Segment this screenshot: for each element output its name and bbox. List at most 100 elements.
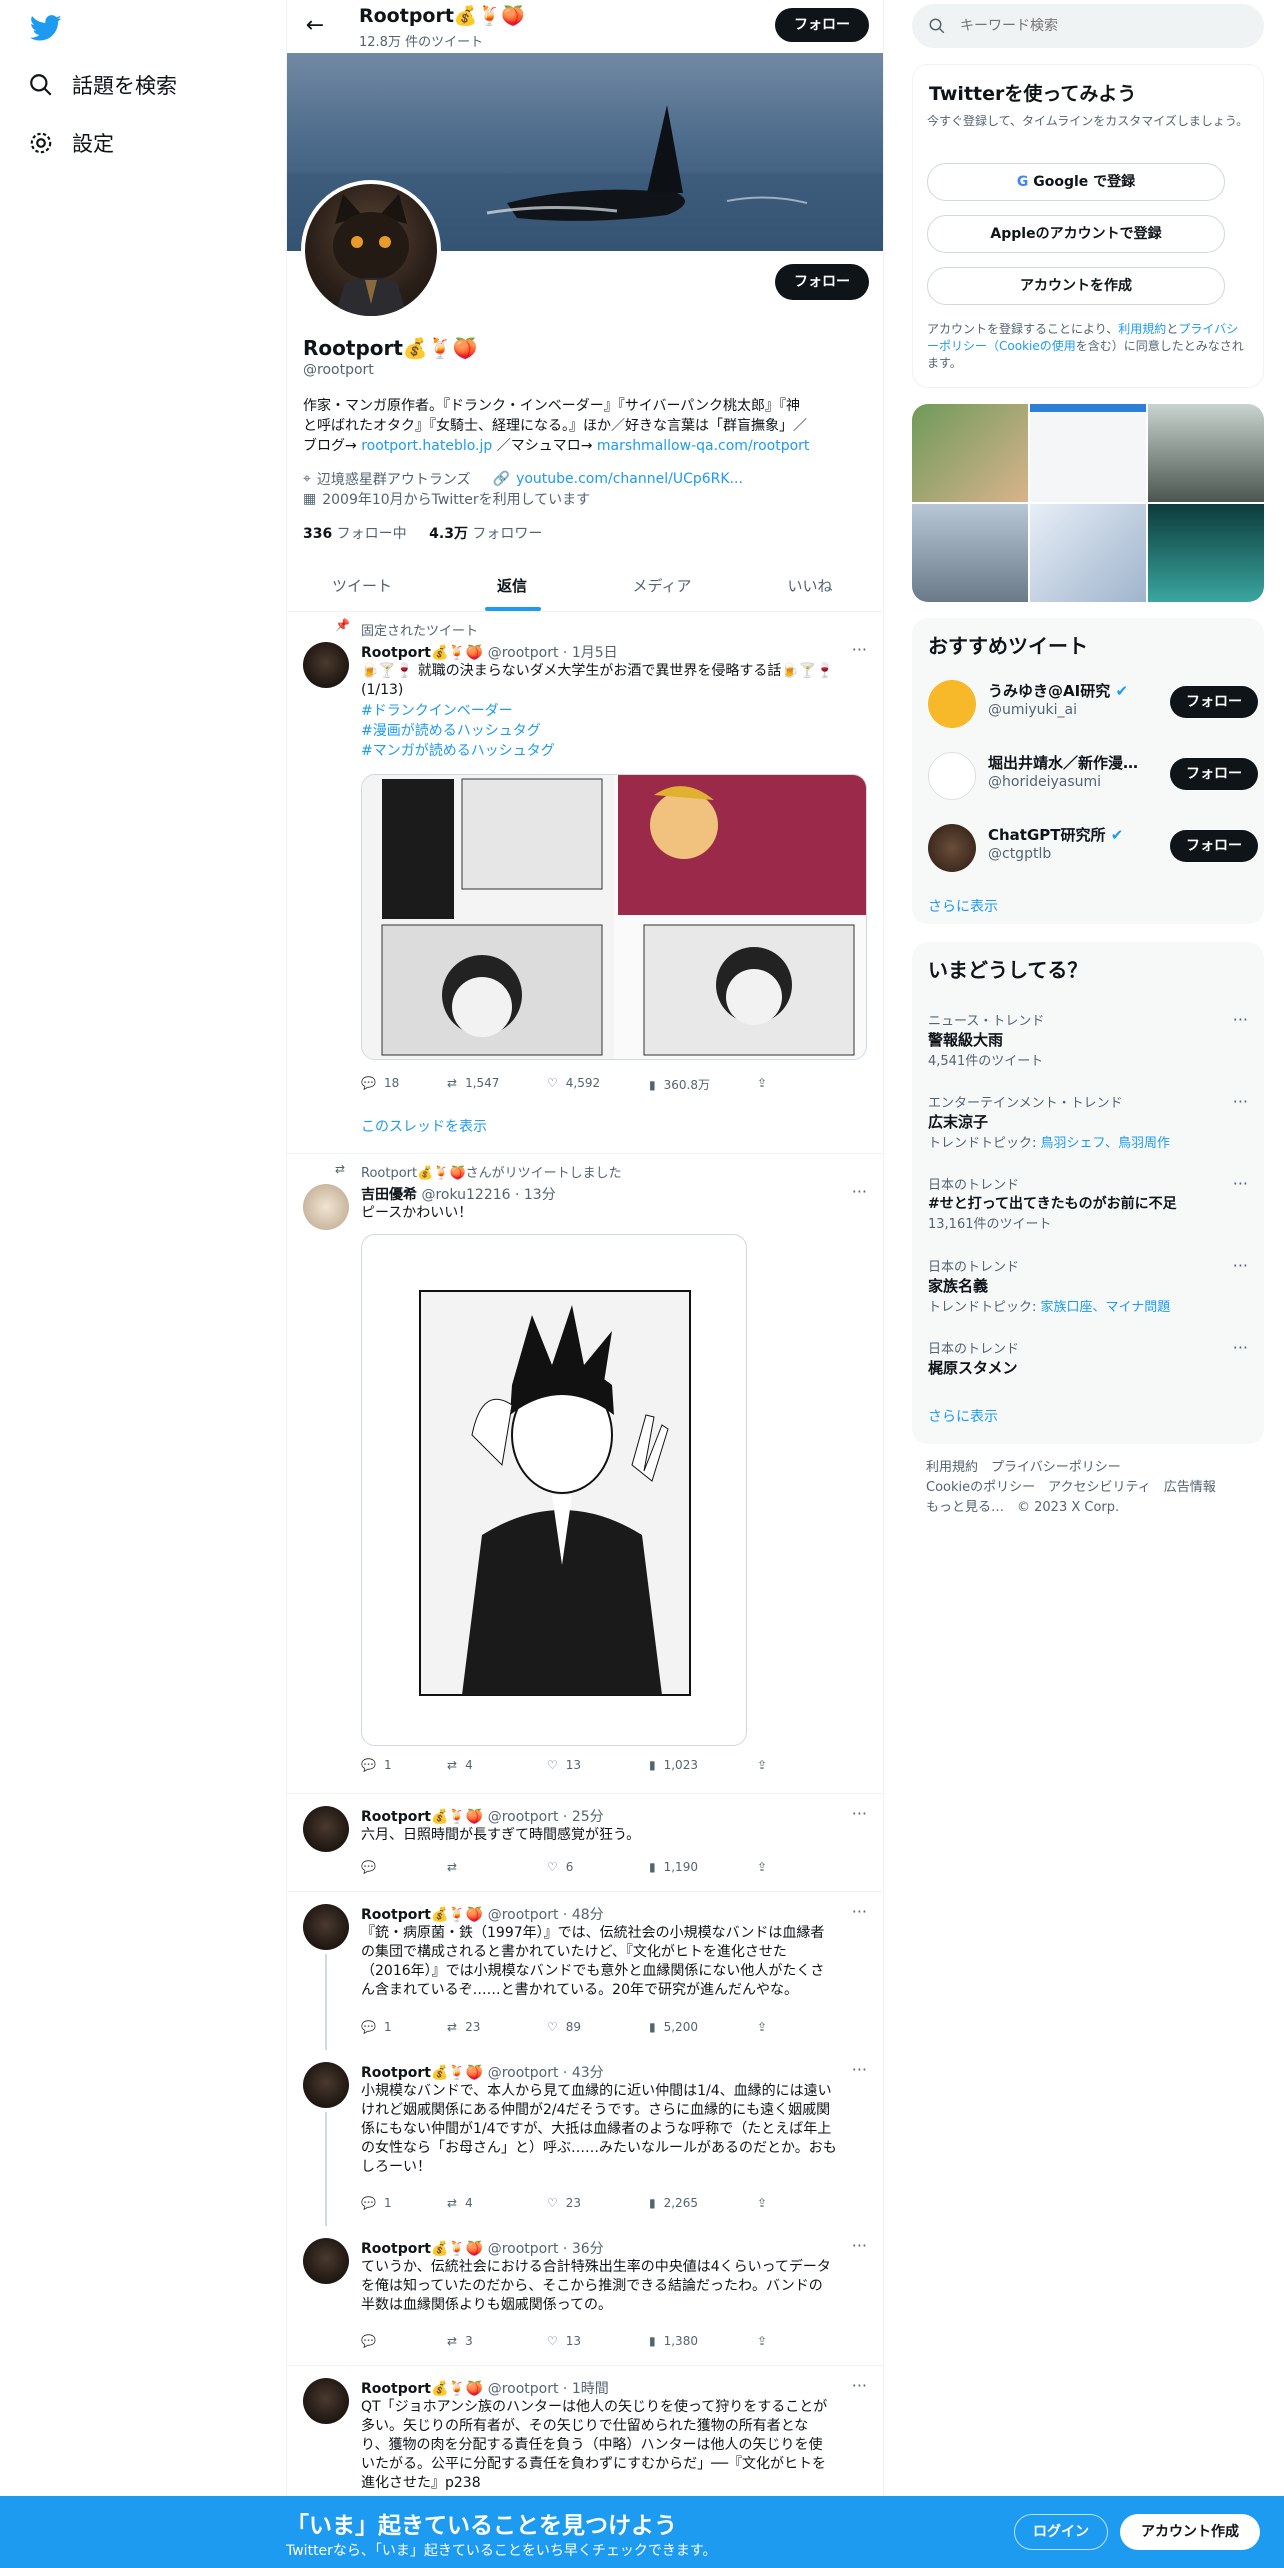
recommend-user[interactable]: 堀出井靖水／新作漫… @horideiyasumi フォロー (928, 750, 1258, 804)
show-more-link[interactable]: さらに表示 (928, 1406, 998, 1426)
like-button[interactable]: ♡ 23 (547, 2196, 581, 2210)
retweet-button[interactable]: ⇄ 4 (447, 2196, 473, 2210)
following-link[interactable]: 336 フォロー中 (303, 526, 407, 542)
tweet[interactable]: Rootport💰🍹🍑 @rootport · 43分 ··· 小規模なバンドで… (287, 2050, 883, 2226)
trend-item[interactable]: ニュース・トレンド 警報級大雨 4,541件のツイート ··· (928, 1010, 1248, 1069)
views-button[interactable]: ▮ 2,265 (649, 2196, 698, 2210)
avatar[interactable] (303, 2378, 349, 2424)
media-thumb[interactable] (1030, 504, 1146, 602)
reply-button[interactable]: 💬 18 (361, 1076, 399, 1090)
more-icon[interactable]: ··· (1233, 1092, 1248, 1111)
footer-links[interactable]: もっと見る… © 2023 X Corp. (926, 1498, 1216, 1518)
tab-replies[interactable]: 返信 (437, 560, 587, 612)
avatar[interactable] (303, 1904, 349, 1950)
more-icon[interactable]: ··· (1233, 1338, 1248, 1357)
tweet[interactable]: Rootport💰🍹🍑 @rootport · 36分 ··· ていうか、伝統社… (287, 2226, 883, 2366)
reply-button[interactable]: 💬 (361, 2334, 376, 2348)
more-icon[interactable]: ··· (852, 1902, 867, 1921)
more-icon[interactable]: ··· (852, 1182, 867, 1201)
tweet[interactable]: Rootport💰🍹🍑 @rootport · 25分 ··· 六月、日照時間が… (287, 1794, 883, 1892)
reply-button[interactable]: 💬 1 (361, 2020, 392, 2034)
avatar[interactable] (303, 642, 349, 688)
media-thumb[interactable] (1030, 404, 1146, 502)
tab-likes[interactable]: いいね (737, 560, 883, 612)
share-icon[interactable]: ⇪ (757, 2334, 767, 2348)
tweet-author[interactable]: Rootport💰🍹🍑 (361, 2381, 483, 2397)
footer-links[interactable]: 利用規約 プライバシーポリシー (926, 1458, 1216, 1478)
header-follow-button[interactable]: フォロー (775, 8, 869, 42)
tweet-author[interactable]: Rootport💰🍹🍑 (361, 2241, 483, 2257)
tweet-media[interactable] (361, 774, 867, 1060)
share-icon[interactable]: ⇪ (757, 1076, 767, 1090)
trend-item[interactable]: 日本のトレンド 梶原スタメン ··· (928, 1338, 1248, 1378)
google-signup-button[interactable]: G Google で登録 (927, 163, 1225, 201)
more-icon[interactable]: ··· (852, 2236, 867, 2255)
more-icon[interactable]: ··· (852, 640, 867, 659)
terms-link[interactable]: 利用規約 (1118, 322, 1166, 336)
views-button[interactable]: ▮ 5,200 (649, 2020, 698, 2034)
tweet-author[interactable]: Rootport💰🍹🍑 (361, 1809, 483, 1825)
follow-button[interactable]: フォロー (1170, 830, 1258, 862)
tweet[interactable]: Rootport💰🍹🍑 @rootport · 1時間 ··· QT「ジョホアン… (287, 2366, 883, 2496)
avatar[interactable] (303, 1806, 349, 1852)
nav-explore[interactable]: 話題を検索 (28, 70, 177, 100)
tweet-author[interactable]: Rootport💰🍹🍑 (361, 645, 483, 661)
tweet-pinned[interactable]: 📌 固定されたツイート Rootport💰🍹🍑 @rootport · 1月5日… (287, 612, 883, 1154)
reply-button[interactable]: 💬 (361, 1860, 376, 1874)
share-icon[interactable]: ⇪ (757, 2196, 767, 2210)
tweet-author[interactable]: Rootport💰🍹🍑 (361, 1907, 483, 1923)
reply-button[interactable]: 💬 1 (361, 1758, 392, 1772)
share-icon[interactable]: ⇪ (757, 1860, 767, 1874)
trend-item[interactable]: 日本のトレンド 家族名義 トレンドトピック: 家族口座、マイナ問題 ··· (928, 1256, 1248, 1315)
more-icon[interactable]: ··· (1233, 1010, 1248, 1029)
views-button[interactable]: ▮ 1,190 (649, 1860, 698, 1874)
reply-button[interactable]: 💬 1 (361, 2196, 392, 2210)
tweet[interactable]: Rootport💰🍹🍑 @rootport · 48分 ··· 『銃・病原菌・鉄… (287, 1892, 883, 2050)
signup-button[interactable]: アカウント作成 (1120, 2514, 1260, 2550)
like-button[interactable]: ♡ 13 (547, 1758, 581, 1772)
twitter-logo-icon[interactable] (28, 12, 64, 44)
views-button[interactable]: ▮ 1,380 (649, 2334, 698, 2348)
nav-settings[interactable]: 設定 (28, 128, 114, 158)
login-button[interactable]: ログイン (1014, 2514, 1108, 2550)
more-icon[interactable]: ··· (1233, 1256, 1248, 1275)
share-icon[interactable]: ⇪ (757, 2020, 767, 2034)
more-icon[interactable]: ··· (852, 2376, 867, 2395)
profile-avatar[interactable] (301, 180, 441, 320)
media-thumb[interactable] (912, 404, 1028, 502)
hashtag[interactable]: #マンガが読めるハッシュタグ (361, 742, 867, 761)
trend-item[interactable]: 日本のトレンド #せと打って出てきたものがお前に不足 13,161件のツイート … (928, 1174, 1248, 1232)
blog-link[interactable]: rootport.hateblo.jp (361, 438, 492, 454)
marshmallow-link[interactable]: marshmallow-qa.com/rootport (597, 438, 810, 454)
retweet-button[interactable]: ⇄ 23 (447, 2020, 480, 2034)
tweet-retweet[interactable]: ⇄ Rootport💰🍹🍑さんがリツイートしました 吉田優希 @roku1221… (287, 1154, 883, 1794)
trend-topic-link[interactable]: 家族口座、マイナ問題 (1041, 1300, 1171, 1315)
search-box[interactable] (912, 4, 1264, 48)
show-more-link[interactable]: さらに表示 (928, 896, 998, 916)
avatar[interactable] (303, 2062, 349, 2108)
apple-signup-button[interactable]: Appleのアカウントで登録 (927, 215, 1225, 253)
profile-follow-button[interactable]: フォロー (775, 264, 869, 300)
share-icon[interactable]: ⇪ (757, 1758, 767, 1772)
views-button[interactable]: ▮ 360.8万 (649, 1076, 710, 1093)
followers-link[interactable]: 4.3万 フォロワー (429, 526, 542, 542)
recommend-user[interactable]: うみゆき@AI研究 ✔ @umiyuki_ai フォロー (928, 678, 1258, 732)
create-account-button[interactable]: アカウントを作成 (927, 267, 1225, 305)
trend-item[interactable]: エンターテインメント・トレンド 広末涼子 トレンドトピック: 鳥羽シェフ、鳥羽周… (928, 1092, 1248, 1151)
back-arrow-icon[interactable]: ← (301, 12, 329, 40)
avatar[interactable] (303, 1184, 349, 1230)
follow-button[interactable]: フォロー (1170, 758, 1258, 790)
show-thread-link[interactable]: このスレッドを表示 (361, 1116, 487, 1136)
more-icon[interactable]: ··· (852, 2060, 867, 2079)
profile-website[interactable]: youtube.com/channel/UCp6RK... (516, 471, 743, 487)
media-thumb[interactable] (912, 504, 1028, 602)
tab-tweets[interactable]: ツイート (287, 560, 437, 612)
like-button[interactable]: ♡ 89 (547, 2020, 581, 2034)
retweet-button[interactable]: ⇄ 3 (447, 2334, 473, 2348)
tweet-author[interactable]: 吉田優希 (361, 1187, 417, 1203)
like-button[interactable]: ♡ 4,592 (547, 1076, 600, 1090)
retweet-button[interactable]: ⇄ (447, 1860, 457, 1874)
tweet-author[interactable]: Rootport💰🍹🍑 (361, 2065, 483, 2081)
search-input[interactable] (960, 12, 1250, 40)
media-thumb[interactable] (1148, 404, 1264, 502)
